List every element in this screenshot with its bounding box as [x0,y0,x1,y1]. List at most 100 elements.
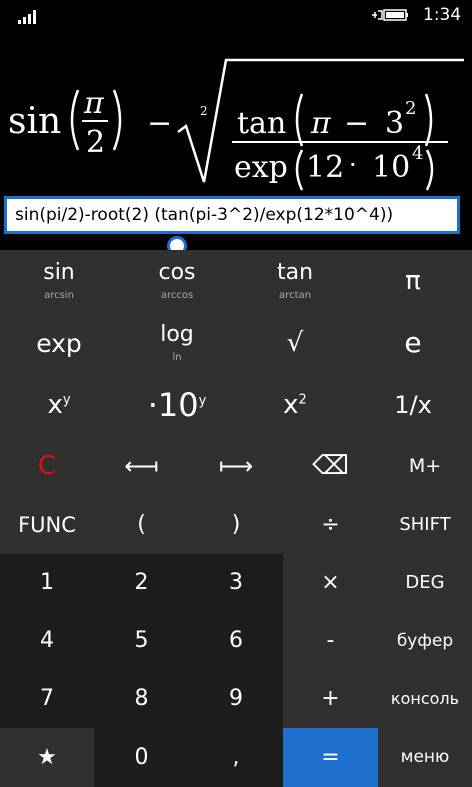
cursor-left-button[interactable]: ⟻ [94,436,189,496]
console-button[interactable]: консоль [378,670,472,728]
menu-button[interactable]: меню [378,728,472,787]
cursor-right-button[interactable]: ⟼ [189,436,283,496]
sin-button[interactable]: sin arcsin [0,250,118,312]
multiply-button[interactable]: × [283,554,378,612]
left-paren-button[interactable]: ( [94,496,189,554]
deg-button[interactable]: DEG [378,554,472,612]
comma-button[interactable]: , [189,728,283,787]
ln-label: ln [172,351,182,363]
keypad: sin arcsin cos arccos tan arctan π exp l… [0,250,472,787]
digit-6-label: 6 [229,628,243,653]
digit-1-label: 1 [40,570,54,595]
minus-button[interactable]: - [283,612,378,670]
digit-8-button[interactable]: 8 [94,670,189,728]
x-label: x [47,390,63,420]
formula-dot: · [349,151,357,179]
clear-button[interactable]: C [0,436,94,496]
digit-7-label: 7 [40,686,54,711]
pi-button[interactable]: π [354,250,472,312]
star-icon: ★ [37,744,57,770]
x-power-y-button[interactable]: xy [0,374,118,436]
log-button[interactable]: log ln [118,312,236,374]
e-label: e [404,326,422,359]
digit-5-label: 5 [134,628,149,653]
right-arrow-icon: ⟼ [218,452,254,480]
formula-four: 4 [412,143,423,164]
digit-4-label: 4 [40,628,54,653]
multiply-label: × [321,570,340,595]
digit-6-button[interactable]: 6 [189,612,283,670]
formula-render: sin π 2 − 2 tan π − 3 2 exp 12 · 10 4 [8,58,464,191]
formula-display: sin π 2 − 2 tan π − 3 2 exp 12 · 10 4 [0,32,472,192]
formula-tan: tan [237,106,286,141]
e-button[interactable]: e [354,312,472,374]
exp-label: exp [36,328,82,358]
arctan-label: arctan [279,289,311,301]
mplus-label: M+ [408,454,442,477]
divide-label: ÷ [321,512,340,537]
divide-button[interactable]: ÷ [283,496,378,554]
formula-exp: exp [234,150,288,185]
formula-pi: π [83,86,105,121]
formula-pi2: π [310,106,332,141]
digit-1-button[interactable]: 1 [0,554,94,612]
menu-label: меню [400,747,450,767]
favorites-button[interactable]: ★ [0,728,94,787]
right-paren-button[interactable]: ) [189,496,283,554]
digit-4-button[interactable]: 4 [0,612,94,670]
digit-0-label: 0 [134,744,149,770]
formula-two: 2 [86,125,105,160]
two-sup: 2 [298,392,307,408]
comma-label: , [232,744,240,770]
left-arrow-icon: ⟻ [124,452,159,480]
func-button[interactable]: FUNC [0,496,94,554]
backspace-icon: ⌫ [312,451,349,481]
right-paren-label: ) [231,512,241,537]
cos-button[interactable]: cos arccos [118,250,236,312]
battery-icon [372,9,408,21]
sqrt-button[interactable]: √ [236,312,354,374]
digit-9-button[interactable]: 9 [189,670,283,728]
digit-3-button[interactable]: 3 [189,554,283,612]
digit-2-label: 2 [134,570,149,595]
buffer-button[interactable]: буфер [378,612,472,670]
exp-button[interactable]: exp [0,312,118,374]
equals-button[interactable]: = [283,728,378,787]
memory-plus-button[interactable]: M+ [378,436,472,496]
digit-8-label: 8 [134,686,149,711]
ten-power-y-button[interactable]: ·10y [118,374,236,436]
reciprocal-button[interactable]: 1/x [354,374,472,436]
left-paren-label: ( [137,512,146,537]
expression-input[interactable] [4,196,460,234]
x-squared-button[interactable]: x2 [236,374,354,436]
formula-root-index: 2 [200,104,208,118]
log-label: log [160,321,194,347]
minus-label: - [326,628,335,653]
formula-twelve: 12 [306,150,344,185]
digit-9-label: 9 [229,686,243,711]
y-sup-2: y [198,393,207,409]
plus-label: + [321,686,340,711]
formula-ten: 10 [372,150,410,185]
ten-label: ·10 [147,386,199,424]
digit-0-button[interactable]: 0 [94,728,189,787]
formula-minus2: − [344,106,369,141]
formula-sin: sin [8,101,61,142]
input-area [0,192,472,246]
tan-button[interactable]: tan arctan [236,250,354,312]
reciprocal-label: 1/x [394,391,432,419]
signal-icon [18,10,40,24]
arcsin-label: arcsin [44,289,74,301]
shift-button[interactable]: SHIFT [378,496,472,554]
backspace-button[interactable]: ⌫ [283,436,378,496]
digit-3-label: 3 [229,570,243,595]
digit-5-button[interactable]: 5 [94,612,189,670]
digit-7-button[interactable]: 7 [0,670,94,728]
plus-button[interactable]: + [283,670,378,728]
func-label: FUNC [18,512,76,537]
formula-sq: 2 [405,98,416,119]
deg-label: DEG [405,572,445,593]
digit-2-button[interactable]: 2 [94,554,189,612]
equals-label: = [321,744,340,770]
buffer-label: буфер [396,630,454,651]
